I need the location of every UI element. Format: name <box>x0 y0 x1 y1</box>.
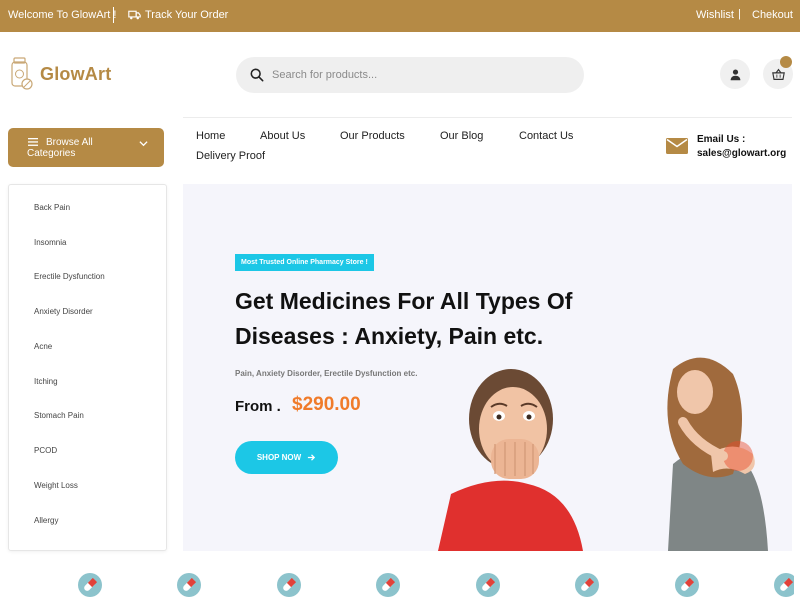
shop-now-button[interactable]: SHOP NOW <box>235 441 338 474</box>
category-pcod[interactable]: PCOD <box>34 446 57 455</box>
hero-price: $290.00 <box>292 394 361 415</box>
search-input[interactable] <box>272 69 562 81</box>
chevron-down-icon <box>139 141 148 147</box>
browse-categories-button[interactable]: Browse All Categories <box>8 128 164 167</box>
pill-capsule-icon <box>575 573 599 597</box>
nav-our-blog[interactable]: Our Blog <box>440 130 483 142</box>
pill-capsule-icon <box>177 573 201 597</box>
hero-people-illustration <box>438 357 768 551</box>
search-icon <box>250 68 264 82</box>
top-bar: Welcome To GlowArt ! Track Your Order Wi… <box>0 0 800 32</box>
brand-logo[interactable]: GlowArt <box>8 56 111 92</box>
pill-capsule-icon <box>277 573 301 597</box>
pill-capsule-icon <box>78 573 102 597</box>
category-insomnia[interactable]: Insomnia <box>34 238 66 247</box>
pharmacy-bottle-icon <box>11 57 33 90</box>
nav-contact-us[interactable]: Contact Us <box>519 130 573 142</box>
checkout-link[interactable]: Chekout <box>752 9 793 21</box>
topbar-divider <box>113 7 114 23</box>
email-label: Email Us : <box>697 134 746 145</box>
cart-count-badge <box>780 56 792 68</box>
pill-capsule-icon <box>376 573 400 597</box>
hero-banner: Most Trusted Online Pharmacy Store ! Get… <box>183 184 792 551</box>
nav-our-products[interactable]: Our Products <box>340 130 405 142</box>
browse-label: Browse All Categories <box>27 137 93 159</box>
search-bar[interactable] <box>236 57 584 93</box>
topbar-separator: | <box>738 8 741 20</box>
nav-delivery-proof[interactable]: Delivery Proof <box>196 150 265 162</box>
user-icon <box>730 68 740 80</box>
basket-icon <box>771 68 785 80</box>
category-itching[interactable]: Itching <box>34 377 58 386</box>
category-erectile-dysfunction[interactable]: Erectile Dysfunction <box>34 272 105 281</box>
category-weight-loss[interactable]: Weight Loss <box>34 481 78 490</box>
category-allergy[interactable]: Allergy <box>34 516 58 525</box>
wishlist-link[interactable]: Wishlist <box>696 9 734 21</box>
hero-title-line-1: Get Medicines For All Types Of <box>235 288 573 314</box>
trust-badge: Most Trusted Online Pharmacy Store ! <box>235 254 374 271</box>
email-address-link[interactable]: sales@glowart.org <box>697 148 786 159</box>
price-prefix: From . <box>235 398 281 415</box>
arrow-right-icon <box>308 454 316 461</box>
welcome-text: Welcome To GlowArt ! <box>8 9 117 21</box>
pill-capsule-icon <box>774 573 794 597</box>
pill-capsule-icon <box>675 573 699 597</box>
category-back-pain[interactable]: Back Pain <box>34 203 70 212</box>
nav-home[interactable]: Home <box>196 130 225 142</box>
account-button[interactable] <box>720 59 750 89</box>
brand-name: GlowArt <box>40 63 112 84</box>
track-order-label: Track Your Order <box>145 8 229 21</box>
category-anxiety-disorder[interactable]: Anxiety Disorder <box>34 307 93 316</box>
pill-capsule-icon <box>476 573 500 597</box>
track-order-link[interactable]: Track Your Order <box>128 8 228 21</box>
truck-icon <box>128 10 141 20</box>
header-divider <box>183 117 792 118</box>
shop-now-label: SHOP NOW <box>256 453 302 462</box>
nav-about-us[interactable]: About Us <box>260 130 305 142</box>
category-list: Back Pain Insomnia Erectile Dysfunction … <box>8 184 167 551</box>
category-acne[interactable]: Acne <box>34 342 52 351</box>
hero-subtitle: Pain, Anxiety Disorder, Erectile Dysfunc… <box>235 369 418 378</box>
envelope-icon <box>666 138 688 154</box>
category-stomach-pain[interactable]: Stomach Pain <box>34 411 84 420</box>
